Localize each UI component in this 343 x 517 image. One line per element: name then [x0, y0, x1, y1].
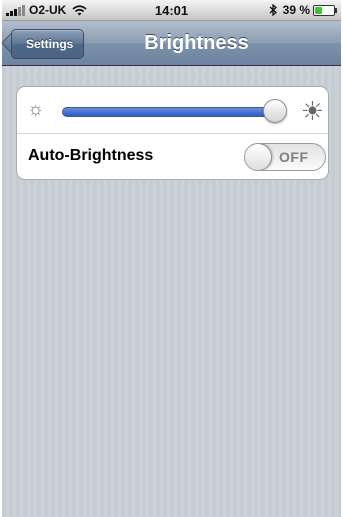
bluetooth-icon	[269, 4, 277, 16]
battery-percent: 39 %	[282, 3, 310, 17]
auto-brightness-row: Auto-Brightness OFF	[17, 133, 328, 179]
page-title: Brightness	[144, 32, 249, 54]
sun-small-icon: ☼	[27, 99, 45, 120]
auto-brightness-toggle[interactable]: OFF	[244, 143, 326, 171]
navigation-bar: Settings Brightness	[2, 21, 341, 66]
settings-group: ☼ ☀ Auto-Brightness OFF	[16, 86, 329, 180]
screen: O2-UK 14:01 39 % Settings Brightness ☼ ☀…	[2, 0, 341, 517]
toggle-knob	[245, 144, 272, 170]
brightness-slider-row: ☼ ☀	[17, 87, 328, 134]
battery-level-fill	[315, 6, 322, 14]
toggle-state-label: OFF	[279, 149, 309, 165]
back-button[interactable]: Settings	[11, 29, 85, 59]
sun-large-icon: ☀	[300, 96, 324, 126]
status-right: 39 %	[269, 3, 337, 17]
auto-brightness-label: Auto-Brightness	[28, 147, 154, 164]
brightness-slider-track[interactable]	[62, 107, 279, 117]
status-bar: O2-UK 14:01 39 %	[2, 0, 341, 21]
battery-icon	[313, 4, 337, 16]
brightness-slider-thumb[interactable]	[263, 99, 287, 123]
